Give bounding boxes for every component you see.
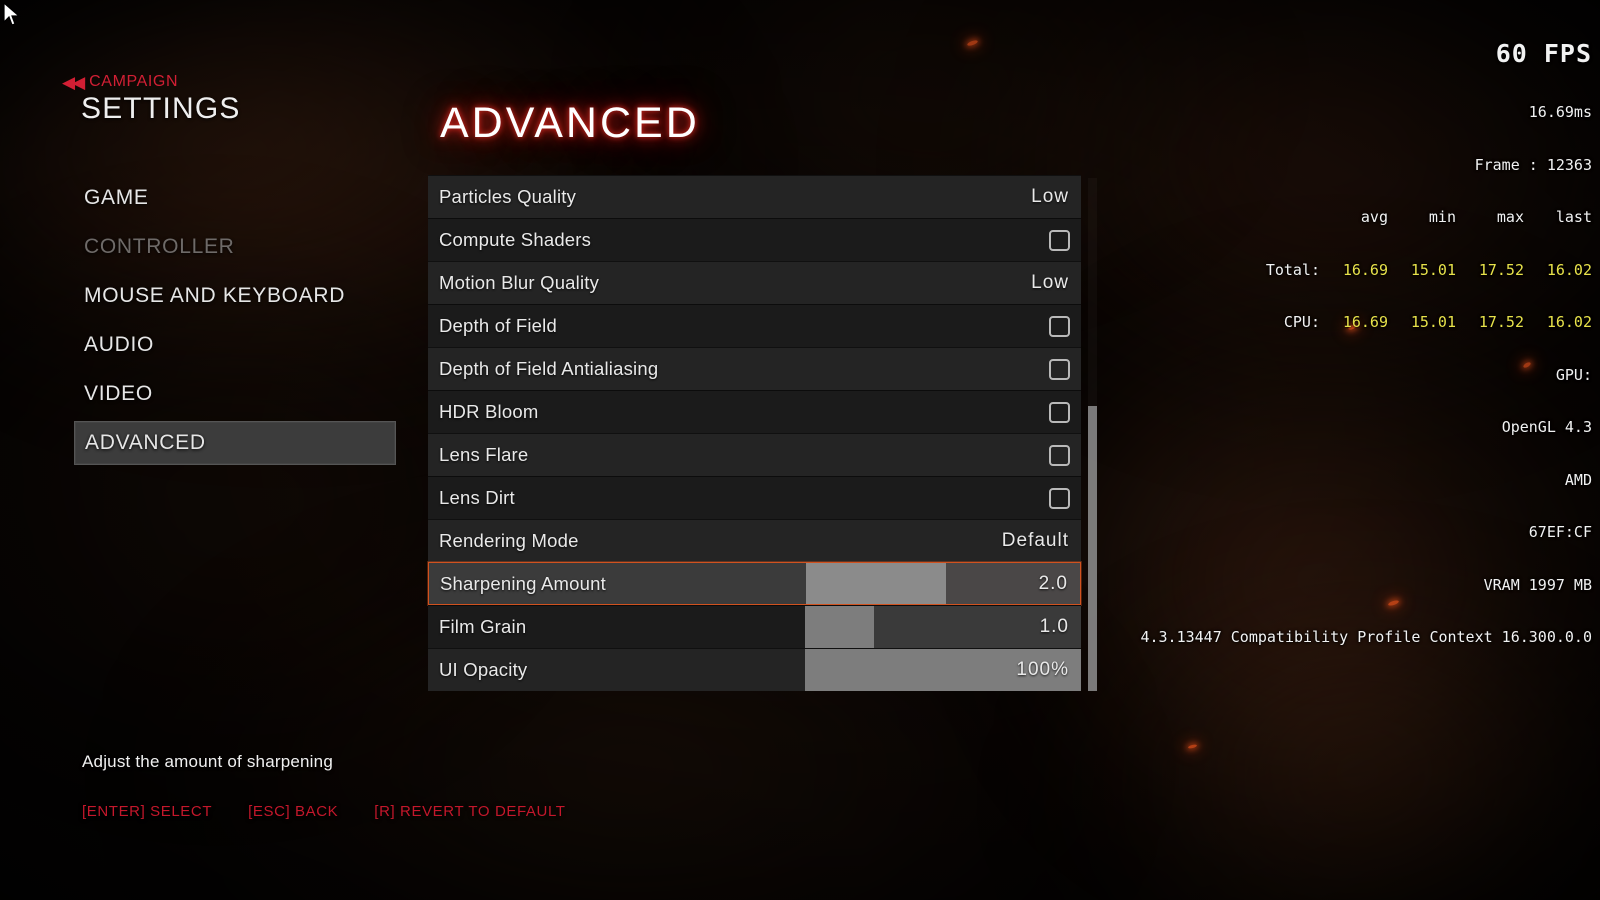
setting-label: Film Grain: [439, 616, 527, 637]
section-heading: ADVANCED: [440, 99, 700, 147]
ember-particle: [966, 39, 979, 47]
setting-label: Sharpening Amount: [440, 572, 606, 594]
setting-row-hdr-bloom[interactable]: HDR Bloom: [428, 390, 1081, 433]
settings-list: Particles Quality Low Compute Shaders Mo…: [428, 175, 1081, 691]
checkbox-unchecked-icon[interactable]: [1049, 315, 1070, 337]
hud-vram: VRAM 1997 MB: [1483, 575, 1592, 594]
checkbox-unchecked-icon[interactable]: [1049, 229, 1070, 251]
breadcrumb-back-campaign[interactable]: ◀◀ CAMPAIGN: [62, 73, 178, 91]
hud-driver: 4.3.13447 Compatibility Profile Context …: [1140, 628, 1592, 646]
setting-label: Lens Flare: [439, 444, 529, 465]
setting-label: Motion Blur Quality: [439, 272, 600, 293]
checkbox-unchecked-icon[interactable]: [1049, 358, 1070, 380]
setting-label: Depth of Field Antialiasing: [439, 358, 659, 379]
hud-frame-count: Frame : 12363: [1474, 155, 1592, 174]
setting-row-sharpening-amount[interactable]: Sharpening Amount 2.0: [428, 562, 1081, 605]
sidebar-item-label: VIDEO: [84, 382, 153, 405]
checkbox-unchecked-icon[interactable]: [1049, 487, 1070, 509]
hud-frametime: 16.69ms: [1528, 103, 1592, 121]
ember-particle: [1187, 743, 1198, 750]
hud-row-label: GPU:: [1555, 365, 1592, 384]
sidebar-item-label: MOUSE AND KEYBOARD: [84, 284, 346, 307]
setting-label: Rendering Mode: [439, 530, 579, 551]
setting-row-motion-blur-quality[interactable]: Motion Blur Quality Low: [428, 261, 1081, 304]
sidebar-item-label: AUDIO: [84, 333, 155, 356]
setting-label: Depth of Field: [439, 315, 557, 336]
setting-value: 1.0: [1039, 616, 1069, 637]
hud-column-headers: avg min max last: [1140, 208, 1592, 227]
hud-row-label: CPU:: [1283, 313, 1320, 331]
setting-value: 100%: [1016, 659, 1069, 680]
sidebar-item-mouse-and-keyboard[interactable]: MOUSE AND KEYBOARD: [74, 274, 396, 318]
setting-description: Adjust the amount of sharpening: [82, 752, 333, 771]
hud-fps: 60 FPS: [1495, 39, 1592, 68]
hud-col-avg: avg: [1360, 208, 1388, 226]
sidebar-item-label: ADVANCED: [85, 431, 206, 454]
setting-value: 2.0: [1038, 572, 1068, 594]
sidebar-item-audio[interactable]: AUDIO: [74, 323, 396, 367]
slider-fill: [805, 606, 874, 648]
slider-fill: [806, 563, 946, 604]
setting-value: Low: [1031, 186, 1069, 207]
hud-col-last: last: [1555, 208, 1592, 226]
setting-label: Particles Quality: [439, 186, 577, 207]
setting-value: Default: [1001, 530, 1069, 551]
hud-col-max: max: [1496, 208, 1524, 226]
setting-row-depth-of-field[interactable]: Depth of Field: [428, 304, 1081, 347]
checkbox-unchecked-icon[interactable]: [1049, 401, 1070, 423]
hud-api: OpenGL 4.3: [1501, 418, 1592, 436]
setting-row-lens-flare[interactable]: Lens Flare: [428, 433, 1081, 476]
hud-row-cpu: CPU: 16.69 15.01 17.52 16.02: [1140, 313, 1592, 332]
hud-device-id: 67EF:CF: [1528, 523, 1592, 541]
hud-row-label: Total:: [1265, 260, 1320, 279]
setting-label: Lens Dirt: [439, 487, 515, 508]
hint-back: [ESC] BACK: [248, 803, 339, 820]
settings-scrollbar[interactable]: [1088, 178, 1097, 691]
sidebar-nav: GAME CONTROLLER MOUSE AND KEYBOARD AUDIO…: [74, 176, 396, 470]
sidebar-item-advanced[interactable]: ADVANCED: [74, 421, 396, 465]
back-chevron-icon: ◀◀: [62, 72, 85, 92]
setting-label: Compute Shaders: [439, 229, 592, 250]
sidebar-item-controller[interactable]: CONTROLLER: [74, 225, 396, 269]
hud-col-min: min: [1428, 208, 1456, 226]
setting-label: HDR Bloom: [439, 401, 539, 422]
hud-row-total: Total: 16.69 15.01 17.52 16.02: [1140, 260, 1592, 280]
setting-row-lens-dirt[interactable]: Lens Dirt: [428, 476, 1081, 519]
checkbox-unchecked-icon[interactable]: [1049, 444, 1070, 466]
setting-row-film-grain[interactable]: Film Grain 1.0: [428, 605, 1081, 648]
sidebar-item-label: GAME: [84, 186, 149, 209]
hud-vendor: AMD: [1564, 470, 1592, 489]
setting-value: Low: [1031, 272, 1069, 293]
setting-label: UI Opacity: [439, 659, 528, 680]
setting-row-ui-opacity[interactable]: UI Opacity 100%: [428, 648, 1081, 691]
hud-row-gpu: GPU:298.01298.01298.01298.01: [1140, 365, 1592, 385]
scrollbar-thumb[interactable]: [1088, 406, 1097, 691]
sidebar-item-video[interactable]: VIDEO: [74, 372, 396, 416]
setting-row-particles-quality[interactable]: Particles Quality Low: [428, 175, 1081, 218]
setting-row-depth-of-field-antialiasing[interactable]: Depth of Field Antialiasing: [428, 347, 1081, 390]
keyboard-hints: [ENTER] SELECT [ESC] BACK [R] REVERT TO …: [82, 803, 566, 820]
hint-revert: [R] REVERT TO DEFAULT: [374, 803, 566, 820]
performance-hud: 60 FPS 16.69ms Frame : 12363 avg min max la…: [1140, 4, 1592, 664]
breadcrumb-label: CAMPAIGN: [89, 73, 179, 90]
setting-row-rendering-mode[interactable]: Rendering Mode Default: [428, 519, 1081, 562]
page-title: SETTINGS: [81, 92, 241, 125]
setting-row-compute-shaders[interactable]: Compute Shaders: [428, 218, 1081, 261]
sidebar-item-label: CONTROLLER: [84, 235, 235, 258]
hint-select: [ENTER] SELECT: [82, 803, 213, 820]
sidebar-item-game[interactable]: GAME: [74, 176, 396, 220]
